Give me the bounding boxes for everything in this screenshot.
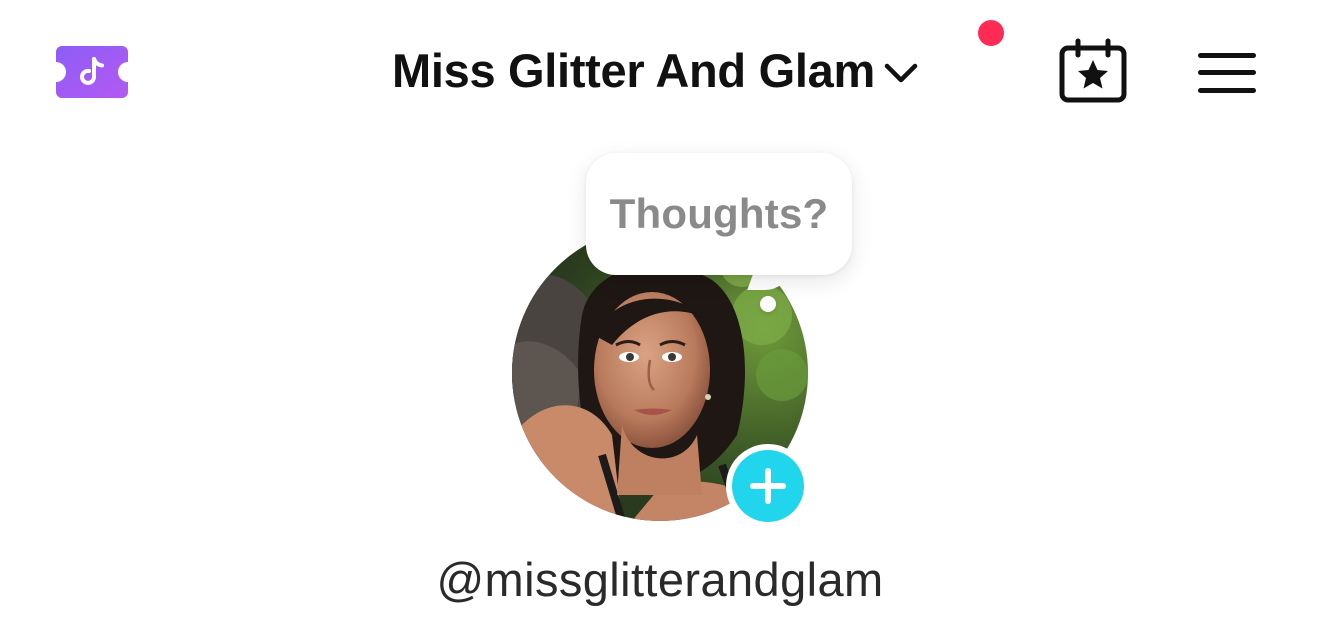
thought-bubble[interactable]: Thoughts? — [586, 153, 852, 275]
calendar-button[interactable] — [1058, 38, 1128, 104]
menu-line — [1198, 88, 1256, 93]
hamburger-menu-icon[interactable] — [1196, 50, 1260, 96]
menu-line — [1198, 53, 1256, 58]
account-name: Miss Glitter And Glam — [392, 43, 875, 97]
calendar-star-icon — [1059, 38, 1127, 103]
notification-dot — [978, 20, 1004, 46]
menu-line — [1198, 70, 1256, 75]
tiktok-ticket-button[interactable] — [54, 44, 130, 100]
thought-bubble-dot — [760, 296, 776, 312]
tiktok-ticket-icon — [56, 46, 128, 98]
account-switcher[interactable]: Miss Glitter And Glam — [392, 38, 919, 102]
username: @missglitterandglam — [436, 553, 884, 606]
thought-bubble-text: Thoughts? — [609, 190, 829, 237]
chevron-down-icon — [883, 61, 919, 85]
plus-icon — [732, 450, 804, 522]
add-story-button[interactable] — [726, 444, 810, 528]
